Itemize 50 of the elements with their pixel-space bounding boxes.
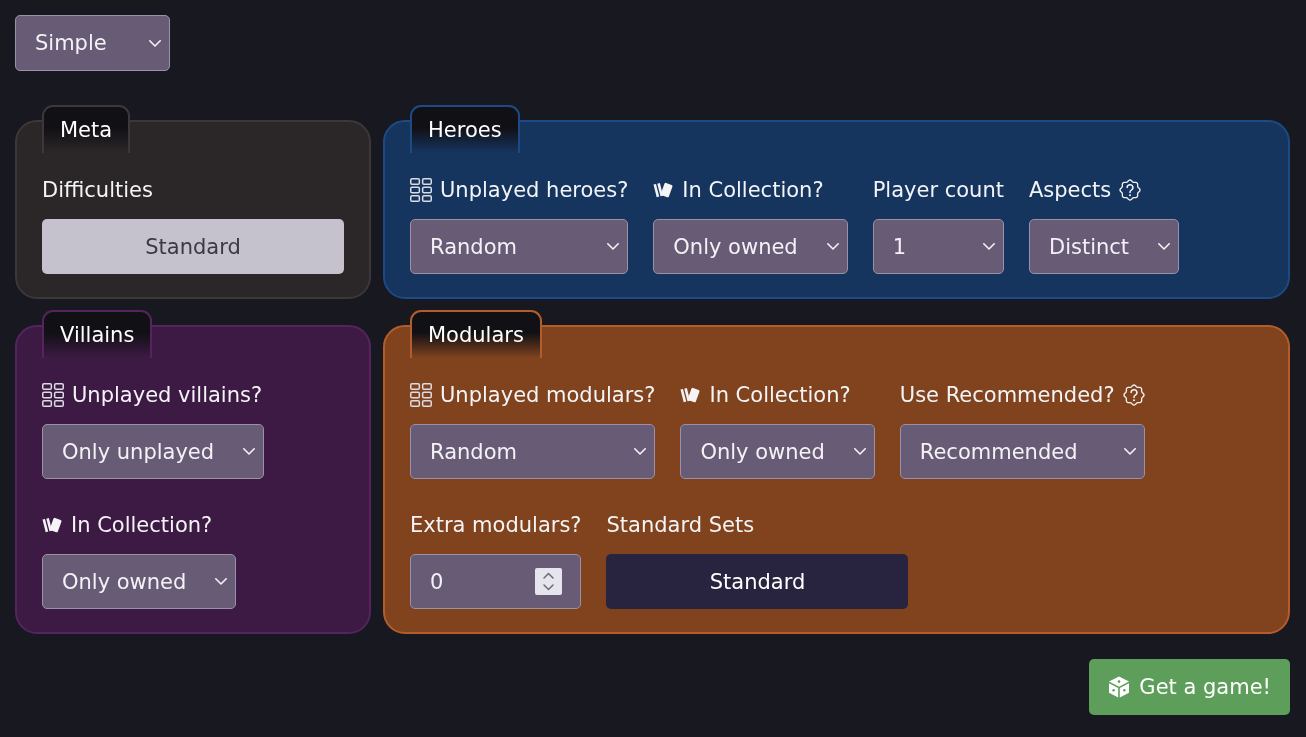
help-icon[interactable] (1119, 179, 1142, 201)
panel-heading: Heroes (410, 105, 520, 153)
chevron-down-icon (607, 243, 620, 250)
chevron-down-icon (826, 243, 839, 250)
field-label: Aspects (1028, 177, 1112, 203)
dropdown[interactable]: Only owned (42, 554, 237, 609)
field-label: Standard Sets (606, 512, 755, 538)
cards-icon (653, 181, 675, 199)
grid-icon (410, 383, 432, 407)
dropdown[interactable]: Only owned (680, 424, 875, 479)
cards-icon (42, 516, 63, 534)
field-label: In Collection? (682, 177, 824, 203)
field-label: In Collection? (709, 382, 851, 408)
chevron-down-icon (1158, 243, 1171, 250)
dropdown[interactable]: Distinct (1028, 219, 1180, 274)
toggle-button[interactable]: Standard (606, 554, 909, 609)
field-label: Unplayed modulars? (440, 382, 656, 408)
dropdown[interactable]: Random (410, 424, 656, 479)
chevron-down-icon (243, 448, 256, 455)
panel-heading: Modulars (410, 310, 542, 358)
chevron-down-icon (215, 578, 228, 585)
chevron-down-icon (1123, 448, 1136, 455)
grid-icon (410, 178, 432, 202)
field-label: Unplayed heroes? (440, 177, 629, 203)
grid-icon (42, 383, 64, 407)
field-label: Player count (872, 177, 1004, 203)
chevron-down-icon (982, 243, 995, 250)
dropdown[interactable]: 1 (872, 219, 1004, 274)
cards-icon (680, 386, 702, 404)
number-field[interactable]: 0 (410, 554, 582, 609)
field-label: Extra modulars? (410, 512, 582, 538)
mode-dropdown[interactable]: Simple (15, 15, 170, 71)
field-label: Unplayed villains? (72, 382, 263, 408)
spinner-icon[interactable] (535, 568, 563, 595)
chevron-down-icon (634, 448, 647, 455)
dice-icon (1108, 676, 1131, 698)
panel-heading: Villains (42, 310, 153, 358)
help-icon[interactable] (1122, 384, 1145, 406)
dropdown[interactable]: Only unplayed (42, 424, 265, 479)
field-label: Difficulties (42, 177, 153, 203)
get-game-button[interactable]: Get a game! (1089, 659, 1290, 715)
field-label: In Collection? (71, 512, 213, 538)
toggle-button[interactable]: Standard (42, 219, 344, 274)
field-label: Use Recommended? (899, 382, 1115, 408)
dropdown[interactable]: Recommended (899, 424, 1145, 479)
panel-heading: Meta (42, 105, 131, 153)
dropdown[interactable]: Only owned (653, 219, 848, 274)
dropdown[interactable]: Random (410, 219, 629, 274)
chevron-down-icon (148, 39, 161, 47)
chevron-down-icon (853, 448, 866, 455)
